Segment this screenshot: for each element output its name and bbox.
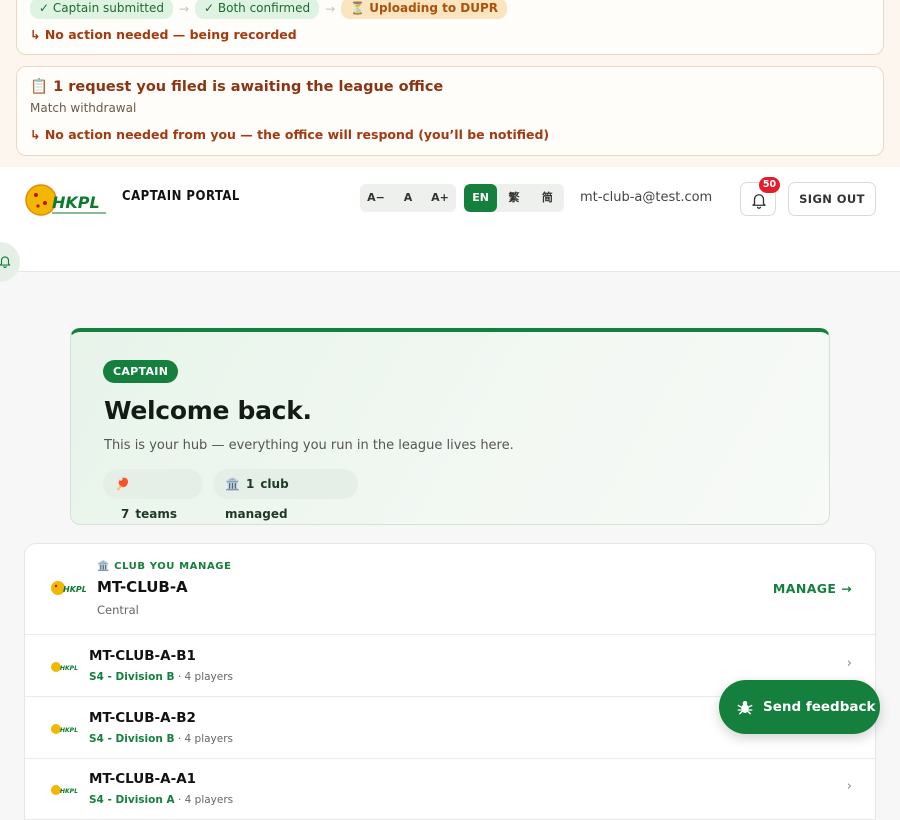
step-both-confirmed: ✓ Both confirmed [195, 0, 320, 19]
step-captain-submitted: ✓ Captain submitted [30, 0, 173, 19]
arrow-icon: → [325, 1, 336, 16]
portal-title: CAPTAIN PORTAL [122, 189, 240, 204]
side-notification-tab[interactable] [0, 242, 20, 282]
team-logo: HKPL [50, 659, 78, 675]
svg-text:HKPL: HKPL [60, 727, 78, 734]
font-size-switcher: A− A A+ [360, 184, 456, 212]
team-meta: S4 - Division A · 4 players [89, 794, 233, 806]
progress-action-text: ↳ No action needed — being recorded [30, 27, 297, 42]
font-decrease-button[interactable]: A− [360, 184, 392, 212]
team-meta: S4 - Division B · 4 players [89, 671, 233, 683]
team-logo: HKPL [50, 721, 78, 737]
status-steps: ✓ Captain submitted → ✓ Both confirmed →… [30, 0, 507, 19]
team-logo: HKPL [50, 782, 78, 798]
font-default-button[interactable]: A [392, 184, 424, 212]
teams-stat-chip[interactable]: 🏓 7 teams [103, 469, 203, 521]
team-meta: S4 - Division B · 4 players [89, 733, 233, 745]
send-feedback-button[interactable]: Send feedback [719, 680, 880, 734]
sign-out-button[interactable]: SIGN OUT [788, 182, 876, 216]
request-notice-subtitle: Match withdrawal [30, 101, 137, 115]
svg-text:HKPL: HKPL [63, 585, 86, 594]
club-name: MT-CLUB-A [97, 578, 188, 596]
team-division: S4 - Division B [89, 733, 175, 745]
bell-icon [752, 194, 766, 209]
bug-icon [737, 701, 753, 715]
welcome-subtitle: This is your hub — everything you run in… [104, 438, 514, 453]
teams-count: 7 [121, 507, 130, 521]
svg-text:HKPL: HKPL [52, 193, 100, 212]
svg-text:HKPL: HKPL [60, 788, 78, 795]
bell-icon [0, 256, 11, 268]
language-switcher: EN 繁 简 [464, 184, 564, 212]
building-icon: 🏛️ [225, 477, 240, 491]
team-division: S4 - Division B [89, 671, 175, 683]
arrow-icon: → [178, 1, 190, 16]
team-name: MT-CLUB-A-B1 [89, 648, 196, 664]
step-uploading-dupr: ⏳ Uploading to DUPR [341, 0, 507, 19]
user-email: mt-club-a@test.com [580, 190, 713, 205]
team-row[interactable]: HKPL MT-CLUB-A-A1 S4 - Division A · 4 pl… [25, 758, 875, 820]
team-players: · 4 players [177, 733, 234, 745]
request-notice[interactable]: 📋 1 request you filed is awaiting the le… [16, 66, 884, 156]
club-logo: HKPL [50, 577, 87, 599]
request-action-text: ↳ No action needed from you — the office… [30, 127, 550, 142]
team-name: MT-CLUB-A-B2 [89, 710, 196, 726]
notification-count-badge: 50 [759, 177, 780, 193]
font-increase-button[interactable]: A+ [424, 184, 456, 212]
progress-notice: ✓ Captain submitted → ✓ Both confirmed →… [16, 0, 884, 55]
teams-label: teams [135, 507, 177, 521]
club-header[interactable]: HKPL 🏛️ CLUB YOU MANAGE MT-CLUB-A Centra… [25, 544, 875, 635]
role-badge: CAPTAIN [103, 360, 179, 383]
paddle-icon: 🏓 [115, 477, 130, 491]
team-division: S4 - Division A [89, 794, 175, 806]
manage-club-link[interactable]: MANAGE → [773, 581, 852, 596]
welcome-card: CAPTAIN Welcome back. This is your hub —… [70, 328, 830, 525]
notices-area: ✓ Captain submitted → ✓ Both confirmed →… [0, 0, 900, 167]
lang-traditional-button[interactable]: 繁 [497, 184, 530, 212]
team-players: · 4 players [177, 794, 234, 806]
request-notice-title: 📋 1 request you filed is awaiting the le… [30, 79, 444, 95]
club-kicker: 🏛️ CLUB YOU MANAGE [97, 561, 232, 572]
club-region: Central [97, 603, 139, 617]
send-feedback-label: Send feedback [763, 699, 876, 715]
team-name: MT-CLUB-A-A1 [89, 771, 197, 787]
hkpl-logo[interactable]: HKPL [24, 181, 110, 219]
team-players: · 4 players [177, 671, 234, 683]
clubs-stat-chip[interactable]: 🏛️ 1 club managed [213, 469, 358, 521]
chevron-right-icon: › [846, 656, 852, 671]
welcome-heading: Welcome back. [104, 396, 312, 425]
clubs-count: 1 [245, 477, 255, 491]
lang-en-button[interactable]: EN [464, 184, 498, 212]
svg-text:HKPL: HKPL [60, 665, 78, 672]
top-header: HKPL CAPTAIN PORTAL A− A A+ EN 繁 简 mt-cl… [0, 167, 900, 282]
lang-simplified-button[interactable]: 简 [531, 184, 564, 212]
chevron-right-icon: › [846, 779, 852, 794]
